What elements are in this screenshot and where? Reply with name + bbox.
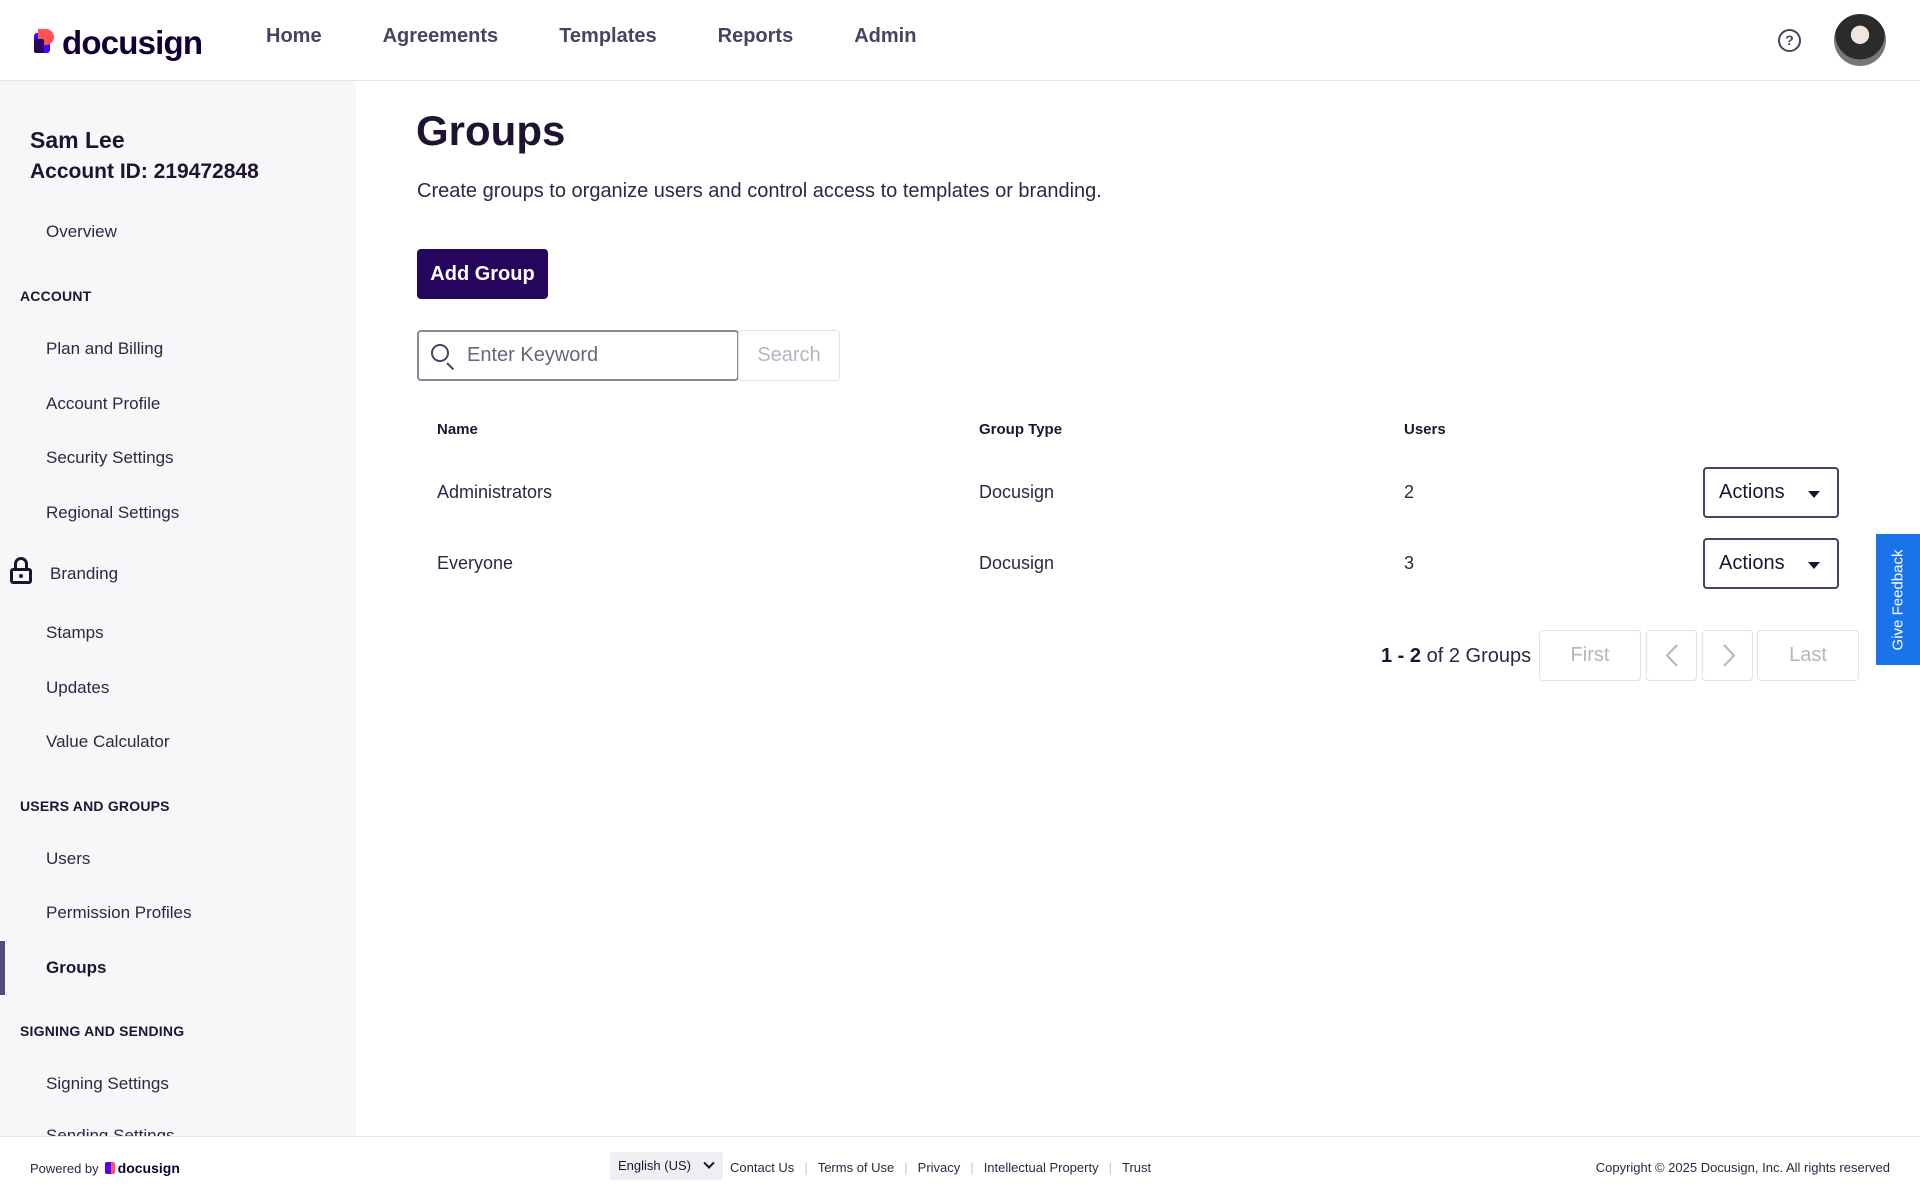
add-group-button[interactable]: Add Group [417, 249, 548, 299]
powered-by: Powered by docusign [30, 1160, 180, 1176]
sidebar-item-security-settings[interactable]: Security Settings [46, 448, 174, 468]
sidebar-item-value-calculator[interactable]: Value Calculator [46, 732, 169, 752]
actions-dropdown-button[interactable]: Actions [1703, 467, 1839, 518]
sidebar-item-account-profile[interactable]: Account Profile [46, 394, 160, 414]
divider: | [804, 1160, 808, 1175]
search-box [417, 330, 739, 381]
language-select[interactable]: English (US) [610, 1152, 723, 1180]
docusign-logo[interactable]: docusign [32, 24, 203, 62]
group-type: Docusign [979, 482, 1055, 502]
give-feedback-label: Give Feedback [1889, 549, 1907, 650]
actions-dropdown-button[interactable]: Actions [1703, 538, 1839, 589]
next-page-button[interactable] [1702, 630, 1753, 681]
pagination-range: 1 - 2 [1381, 645, 1422, 667]
sidebar-heading-signing-and-sending: SIGNING AND SENDING [20, 1023, 185, 1039]
search-icon [431, 344, 455, 371]
footer-link-terms-of-use[interactable]: Terms of Use [818, 1160, 895, 1175]
divider: | [970, 1160, 974, 1175]
nav-reports[interactable]: Reports [718, 25, 794, 48]
column-header-name: Name [437, 421, 478, 438]
chevron-left-icon [1665, 644, 1678, 667]
account-id: Account ID: 219472848 [30, 160, 259, 183]
page-footer: Powered by docusign English (US) Contact… [0, 1136, 1920, 1200]
main-nav: Home Agreements Templates Reports Admin [266, 25, 977, 48]
main-content: Groups Create groups to organize users a… [356, 81, 1920, 1136]
copyright-text: Copyright © 2025 Docusign, Inc. All righ… [1595, 1160, 1890, 1175]
previous-page-button[interactable] [1646, 630, 1697, 681]
footer-link-intellectual-property[interactable]: Intellectual Property [984, 1160, 1099, 1175]
language-value: English (US) [618, 1158, 691, 1173]
footer-link-trust[interactable]: Trust [1122, 1160, 1151, 1175]
column-header-users: Users [1404, 421, 1446, 438]
user-name: Sam Lee [30, 127, 125, 153]
group-name[interactable]: Administrators [437, 482, 552, 503]
group-name[interactable]: Everyone [437, 553, 513, 574]
sidebar-item-stamps[interactable]: Stamps [46, 623, 104, 643]
page-description: Create groups to organize users and cont… [417, 180, 1102, 202]
footer-links: Contact Us | Terms of Use | Privacy | In… [730, 1160, 1151, 1175]
sidebar-item-updates[interactable]: Updates [46, 678, 109, 698]
caret-down-icon [1808, 491, 1820, 498]
column-header-group-type: Group Type [979, 421, 1063, 438]
footer-link-contact-us[interactable]: Contact Us [730, 1160, 794, 1175]
sidebar-item-overview[interactable]: Overview [46, 222, 117, 242]
caret-down-icon [1808, 562, 1820, 569]
nav-home[interactable]: Home [266, 25, 322, 48]
logo-text: docusign [62, 24, 203, 61]
pagination-total: of 2 Groups [1426, 645, 1532, 667]
sidebar-item-branding[interactable]: Branding [50, 564, 118, 584]
group-user-count: 2 [1404, 482, 1415, 502]
give-feedback-tab[interactable]: Give Feedback [1876, 534, 1920, 665]
sidebar-heading-users-and-groups: USERS AND GROUPS [20, 798, 170, 814]
nav-agreements[interactable]: Agreements [383, 25, 499, 48]
search-button[interactable]: Search [738, 330, 840, 381]
sidebar-item-signing-settings[interactable]: Signing Settings [46, 1074, 169, 1094]
actions-label: Actions [1719, 481, 1785, 503]
chevron-right-icon [1723, 644, 1736, 667]
active-indicator [0, 941, 5, 995]
sidebar-item-sending-settings[interactable]: Sending Settings [46, 1126, 175, 1136]
top-header: docusign Home Agreements Templates Repor… [0, 0, 1920, 81]
group-type: Docusign [979, 553, 1055, 573]
docusign-logo-mark-icon [104, 1162, 115, 1174]
sidebar-item-permission-profiles[interactable]: Permission Profiles [46, 903, 192, 923]
page-title: Groups [416, 107, 566, 154]
footer-docusign-logo[interactable]: docusign [104, 1160, 180, 1176]
first-page-button[interactable]: First [1539, 630, 1641, 681]
group-user-count: 3 [1404, 553, 1415, 573]
sidebar-item-plan-and-billing[interactable]: Plan and Billing [46, 339, 163, 359]
nav-templates[interactable]: Templates [559, 25, 656, 48]
nav-admin[interactable]: Admin [854, 25, 916, 48]
divider: | [904, 1160, 908, 1175]
sidebar-heading-account: ACCOUNT [20, 288, 92, 304]
admin-sidebar: Sam Lee Account ID: 219472848 Overview A… [0, 81, 356, 1136]
lock-icon [10, 557, 32, 585]
powered-by-label: Powered by [30, 1160, 99, 1176]
help-icon[interactable]: ? [1778, 29, 1801, 52]
user-avatar[interactable] [1834, 14, 1886, 66]
pagination-summary: 1 - 2 of 2 Groups [1381, 645, 1531, 668]
footer-link-privacy[interactable]: Privacy [918, 1160, 961, 1175]
actions-label: Actions [1719, 552, 1785, 574]
divider: | [1108, 1160, 1112, 1175]
sidebar-item-regional-settings[interactable]: Regional Settings [46, 503, 179, 523]
docusign-logo-mark-icon [32, 29, 58, 57]
chevron-down-icon [702, 1157, 715, 1169]
search-input[interactable] [467, 332, 729, 379]
last-page-button[interactable]: Last [1757, 630, 1859, 681]
footer-logo-text: docusign [117, 1160, 180, 1176]
sidebar-item-users[interactable]: Users [46, 849, 90, 869]
sidebar-item-groups[interactable]: Groups [46, 958, 106, 978]
